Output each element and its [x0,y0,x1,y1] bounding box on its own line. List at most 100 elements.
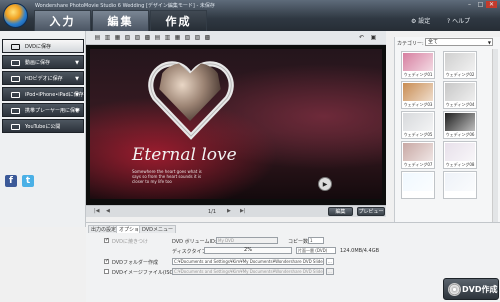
mobile-icon [11,108,20,114]
template-thumb[interactable]: ウェディング07 [401,141,435,169]
disc-type-select[interactable]: 片面一層 (DVD) [296,247,336,254]
thumb-image [445,53,475,71]
thumb-image [445,83,475,101]
disc-icon [448,283,461,296]
panel-scrollbar[interactable] [492,49,498,225]
browse-folder-button[interactable]: ... [326,258,334,265]
minimize-icon[interactable]: – [464,1,475,8]
create-dvd-button[interactable]: DVD作成 [443,278,499,300]
facebook-icon[interactable]: f [5,175,17,187]
align-middle-icon[interactable]: ▨ [134,34,141,41]
sidebar-item-video[interactable]: 動画に保存 ▼ [2,55,84,69]
app-logo [3,3,28,28]
close-icon[interactable]: ✕ [486,1,497,8]
next-page-icon[interactable]: ▶ [227,208,231,214]
template-thumb[interactable] [443,171,477,199]
align-right-icon[interactable]: ▦ [114,34,121,41]
disc-usage-percent: 2% [244,247,252,253]
output-sidebar: DVDに保存 動画に保存 ▼ HDビデオに保存 ▼ iPod•iPhone•iPad… [0,31,86,227]
hd-icon [11,76,20,82]
template-thumb[interactable] [401,171,435,199]
edit-button[interactable]: 編集 [328,207,353,216]
dvd-icon [11,44,20,50]
distribute-v-icon[interactable]: ▥ [164,34,171,41]
thumb-image [403,173,433,191]
template-thumb[interactable]: ウェディング01 [401,51,435,79]
category-label: カテゴリー: [397,41,424,47]
maximize-icon[interactable]: □ [475,1,486,8]
copies-stepper[interactable]: 1 [308,237,324,244]
sidebar-item-hd-video[interactable]: HDビデオに保存 ▼ [2,71,84,85]
help-link[interactable]: ? ヘルプ [447,16,470,25]
dvd-folder-checkbox[interactable] [104,258,109,264]
iso-path-field[interactable]: C:¥Documents and Settings¥Kim¥My Documen… [172,268,324,275]
play-button[interactable]: ▶ [318,177,332,191]
sidebar-item-ipod[interactable]: iPod•iPhone•iPadに保存 ▼ [2,87,84,101]
preview-stage: Eternal love Somewhere the heart goes wh… [86,45,386,205]
title-text[interactable]: Eternal love [132,145,237,165]
header-bar: Wondershare PhotoMovie Studio 6 Wedding … [0,0,500,31]
first-page-icon[interactable]: |◀ [94,208,100,214]
browse-iso-button[interactable]: ... [326,268,334,275]
iso-checkbox[interactable] [104,269,109,274]
volume-id-field[interactable]: My DVD [216,237,278,244]
lyric-text[interactable]: Somewhere the heart goes what is says so… [132,169,202,184]
volume-id-label: DVD ボリュームID: [172,239,217,245]
tab-create[interactable]: 作成 [150,10,207,31]
playback-bar: |◀ ◀ 1/1 ▶ ▶| 編集 プレビュー [86,205,386,217]
template-thumb[interactable]: ウェディング03 [401,81,435,109]
app-window: Wondershare PhotoMovie Studio 6 Wedding … [0,0,500,302]
thumb-image [403,143,433,161]
distribute-h-icon[interactable]: ▤ [154,34,161,41]
film-icon [11,60,20,66]
last-page-icon[interactable]: ▶| [240,208,246,214]
tab-dvd-menu[interactable]: DVDメニュー [139,225,177,233]
align-left-icon[interactable]: ▤ [94,34,101,41]
tab-edit[interactable]: 編集 [92,10,149,31]
template-thumb[interactable]: ウェディング06 [443,111,477,139]
align-toolbar: ▤ ▥ ▦ ▧ ▨ ▩ ▤ ▥ ▦ ▧ ▨ ▩ ↶ ▣ [86,31,386,45]
capacity-text: 124.0MB/4.4GB [340,248,379,254]
align-center-icon[interactable]: ▥ [104,34,111,41]
copies-label: コピー数: [288,239,310,245]
sidebar-item-dvd[interactable]: DVDに保存 [2,39,84,53]
ipod-icon [11,92,20,98]
align-top-icon[interactable]: ▧ [124,34,131,41]
dvd-burn-label: DVDに焼きつけ [112,239,149,245]
template-thumb[interactable]: ウェディング02 [443,51,477,79]
sidebar-item-youtube[interactable]: YouTubeに公開 [2,119,84,133]
settings-link[interactable]: ⚙ 設定 [411,16,430,25]
preview-button[interactable]: プレビュー [357,207,385,216]
thumb-image [445,143,475,161]
template-thumb[interactable]: ウェディング05 [401,111,435,139]
same-width-icon[interactable]: ▦ [174,34,181,41]
thumb-image [445,113,475,131]
undo-icon[interactable]: ↶ [358,34,365,41]
thumb-image [403,53,433,71]
window-title: Wondershare PhotoMovie Studio 6 Wedding … [35,3,215,9]
chevron-down-icon: ▼ [75,92,79,98]
preview-scene[interactable]: Eternal love Somewhere the heart goes wh… [90,49,382,199]
tab-input[interactable]: 入力 [34,10,91,31]
category-select[interactable]: 全て ▼ [425,38,493,46]
thumb-image [403,113,433,131]
sidebar-item-mobile[interactable]: 携帯プレーヤー用に保存 ▼ [2,103,84,117]
template-thumb[interactable]: ウェディング08 [443,141,477,169]
thumb-image [403,83,433,101]
chevron-down-icon: ▼ [75,108,79,114]
twitter-icon[interactable]: t [22,175,34,187]
tab-output-settings[interactable]: 出力の設定 [88,225,120,233]
dvd-folder-label: DVDフォルダー作成 [112,260,159,266]
dvd-burn-checkbox[interactable] [104,237,109,243]
page-indicator: 1/1 [208,209,217,215]
template-panel: カテゴリー: 全て ▼ ウェディング01 ウェディング02 ウェディング03 ウェ… [394,37,500,227]
folder-path-field[interactable]: C:¥Documents and Settings¥Kim¥My Documen… [172,258,324,265]
same-size-icon[interactable]: ▨ [194,34,201,41]
align-bottom-icon[interactable]: ▩ [144,34,151,41]
template-thumb[interactable]: ウェディング04 [443,81,477,109]
save-icon[interactable]: ▣ [370,34,377,41]
same-height-icon[interactable]: ▧ [184,34,191,41]
prev-page-icon[interactable]: ◀ [106,208,110,214]
grid-icon[interactable]: ▩ [204,34,211,41]
output-settings: 出力の設定 オプション DVDメニュー DVDに焼きつけ DVD ボリュームID… [86,222,500,302]
